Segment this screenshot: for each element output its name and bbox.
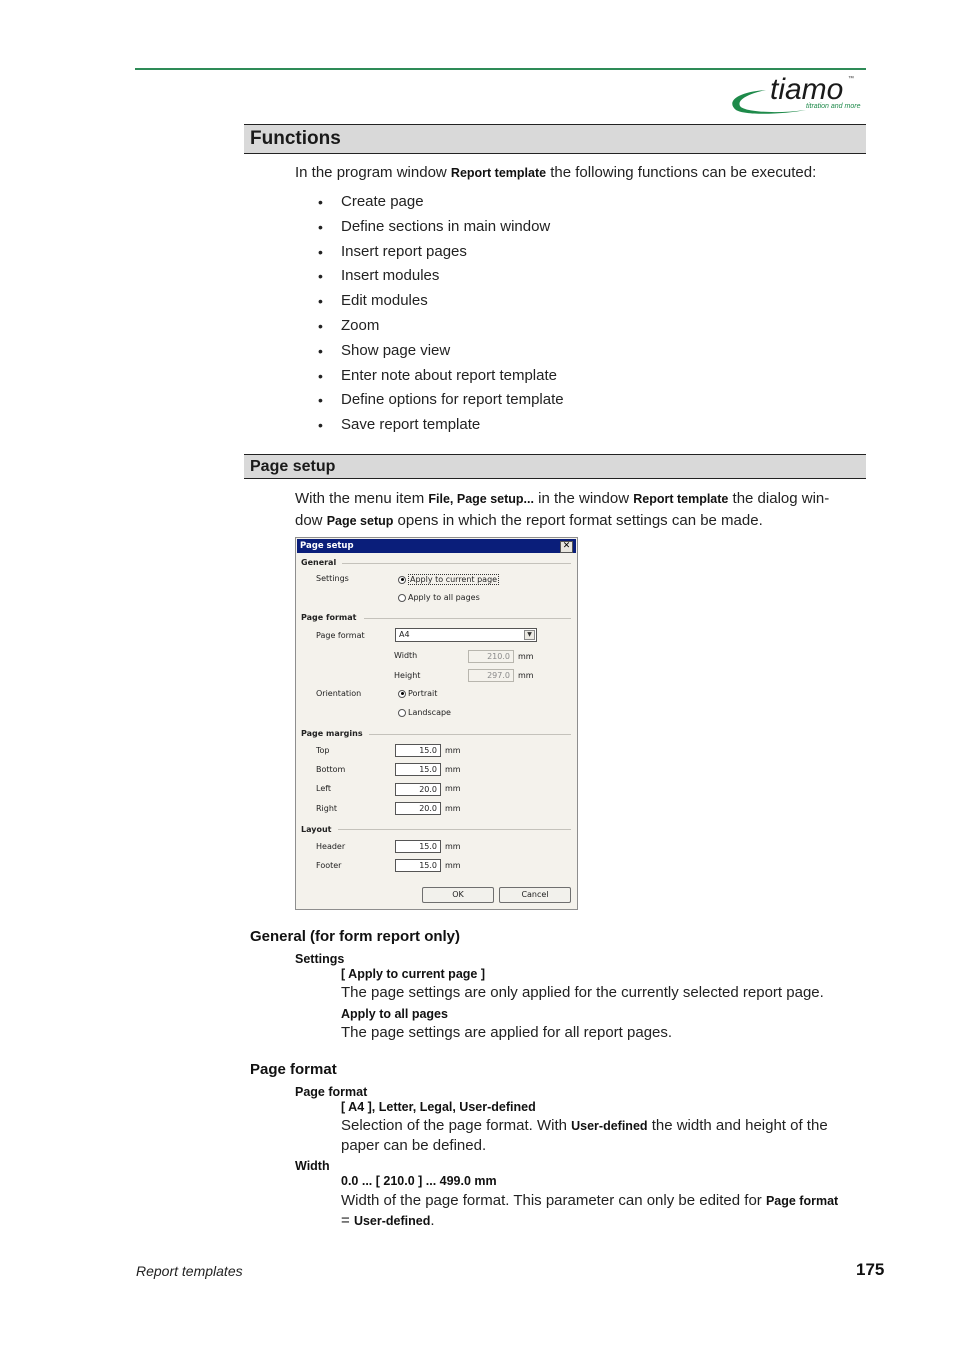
bottom-margin-field[interactable]: 15.0 xyxy=(395,763,441,776)
group-general: General xyxy=(301,558,337,567)
list-item: Insert report pages xyxy=(318,240,564,265)
header-rule xyxy=(135,68,866,70)
page-format-param: Page format xyxy=(295,1085,368,1099)
svg-text:tiamo: tiamo xyxy=(770,73,843,106)
list-item: Create page xyxy=(318,190,564,215)
width-field: 210.0 xyxy=(468,650,514,663)
group-divider xyxy=(364,618,571,619)
page-format-select[interactable]: A4 ▼ xyxy=(395,628,537,642)
svg-text:™: ™ xyxy=(848,75,854,82)
height-label: Height xyxy=(394,671,421,680)
left-label: Left xyxy=(316,784,332,793)
group-layout: Layout xyxy=(301,825,332,834)
left-margin-field[interactable]: 20.0 xyxy=(395,783,441,796)
list-item: Define options for report template xyxy=(318,388,564,413)
footer-unit: mm xyxy=(445,861,461,870)
page-format-values: [ A4 ], Letter, Legal, User-defined xyxy=(341,1100,536,1114)
settings-all-desc: The page settings are applied for all re… xyxy=(341,1024,673,1041)
functions-list: Create page Define sections in main wind… xyxy=(318,190,564,438)
group-divider xyxy=(342,563,571,564)
page-number: 175 xyxy=(856,1260,885,1279)
group-divider xyxy=(338,829,571,830)
width-param: Width xyxy=(295,1159,330,1173)
header-label: Header xyxy=(316,842,346,851)
radio-empty-icon xyxy=(398,593,406,602)
left-unit: mm xyxy=(445,784,461,793)
functions-heading: Functions xyxy=(244,124,866,154)
page-format-section-heading: Page format xyxy=(250,1061,337,1078)
radio-empty-icon xyxy=(398,708,406,717)
width-label: Width xyxy=(394,651,418,660)
header-unit: mm xyxy=(445,842,461,851)
close-icon[interactable]: ✕ xyxy=(560,541,573,553)
footer-field[interactable]: 15.0 xyxy=(395,859,441,872)
chevron-down-icon[interactable]: ▼ xyxy=(524,630,535,640)
ok-button[interactable]: OK xyxy=(422,887,494,903)
right-unit: mm xyxy=(445,804,461,813)
page-setup-intro: With the menu item File, Page setup... i… xyxy=(295,490,830,529)
right-margin-field[interactable]: 20.0 xyxy=(395,802,441,815)
right-label: Right xyxy=(316,804,338,813)
list-item: Edit modules xyxy=(318,289,564,314)
settings-all-value: Apply to all pages xyxy=(341,1007,448,1021)
radio-apply-all[interactable]: Apply to all pages xyxy=(398,593,480,602)
top-label: Top xyxy=(316,746,330,755)
radio-apply-current[interactable]: Apply to current page xyxy=(398,574,500,585)
radio-selected-icon xyxy=(398,575,406,584)
settings-label: Settings xyxy=(316,574,349,583)
top-unit: mm xyxy=(445,746,461,755)
bottom-label: Bottom xyxy=(316,765,346,774)
height-field: 297.0 xyxy=(468,669,514,682)
page-format-desc: Selection of the page format. With User-… xyxy=(341,1117,828,1154)
radio-landscape[interactable]: Landscape xyxy=(398,708,451,717)
page-setup-dialog: Page setup ✕ General Settings Apply to c… xyxy=(295,537,578,910)
general-section-heading: General (for form report only) xyxy=(250,928,461,945)
dialog-title-bar: Page setup ✕ xyxy=(297,539,576,553)
settings-default-value: [ Apply to current page ] xyxy=(341,967,485,981)
orientation-label: Orientation xyxy=(316,689,362,698)
cancel-button[interactable]: Cancel xyxy=(499,887,571,903)
width-unit: mm xyxy=(518,652,534,661)
page-format-label: Page format xyxy=(316,631,365,640)
svg-text:titration and more: titration and more xyxy=(806,103,861,110)
top-margin-field[interactable]: 15.0 xyxy=(395,744,441,757)
list-item: Save report template xyxy=(318,413,564,438)
list-item: Enter note about report template xyxy=(318,364,564,389)
header-field[interactable]: 15.0 xyxy=(395,840,441,853)
footer-section-name: Report templates xyxy=(136,1263,243,1279)
width-values: 0.0 ... [ 210.0 ] ... 499.0 mm xyxy=(341,1174,497,1188)
radio-selected-icon xyxy=(398,689,406,698)
footer-label: Footer xyxy=(316,861,342,870)
settings-current-desc: The page settings are only applied for t… xyxy=(341,984,824,1001)
height-unit: mm xyxy=(518,671,534,680)
group-page-format: Page format xyxy=(301,613,357,622)
functions-intro: In the program window Report template th… xyxy=(295,164,817,181)
bottom-unit: mm xyxy=(445,765,461,774)
list-item: Define sections in main window xyxy=(318,215,564,240)
page-setup-heading: Page setup xyxy=(244,454,866,479)
width-desc: Width of the page format. This parameter… xyxy=(341,1192,839,1229)
group-divider xyxy=(369,734,571,735)
list-item: Insert modules xyxy=(318,264,564,289)
tiamo-logo: tiamo ™ titration and more xyxy=(726,72,868,118)
radio-portrait[interactable]: Portrait xyxy=(398,689,437,698)
group-page-margins: Page margins xyxy=(301,729,363,738)
list-item: Zoom xyxy=(318,314,564,339)
settings-param: Settings xyxy=(295,952,345,966)
list-item: Show page view xyxy=(318,339,564,364)
